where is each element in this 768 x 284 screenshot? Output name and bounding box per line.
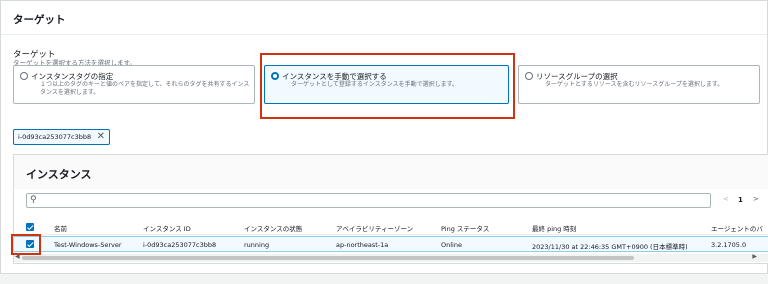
cell-instance-id: i-0d93ca253077c3bb8	[143, 241, 217, 249]
option-choose-instances-manually[interactable]: インスタンスを手動で選択する ターゲットとして登録するインスタンスを手動で選択し…	[264, 65, 509, 104]
close-icon[interactable]: ✕	[97, 131, 105, 142]
scrollbar-thumb[interactable]	[22, 256, 634, 260]
search-input[interactable]: ⚲	[26, 193, 711, 208]
cell-agent-version: 3.2.1705.0	[711, 241, 747, 249]
column-header-agent-version[interactable]: エージェントのバ	[711, 223, 763, 233]
scroll-right-icon[interactable]: ▶	[752, 253, 757, 260]
option-choose-resource-group[interactable]: リソースグループの選択 ターゲットとするリソースを含むリソースグループを選択しま…	[518, 65, 760, 104]
row-checkbox[interactable]	[26, 240, 34, 248]
column-header-ping-status[interactable]: Ping ステータス	[441, 223, 489, 233]
page-number[interactable]: 1	[738, 196, 743, 204]
target-section: ターゲット ターゲット ターゲットを選択する方法を選択します。 インスタンスタグ…	[0, 0, 768, 274]
option-description: ターゲットとするリソースを含むリソースグループを選択します。	[545, 81, 724, 88]
table-row[interactable]: Test-Windows-Server i-0d93ca253077c3bb8 …	[14, 236, 768, 252]
select-all-checkbox[interactable]	[26, 223, 34, 231]
cell-availability-zone: ap-northeast-1a	[336, 241, 389, 249]
column-header-last-ping-time[interactable]: 最終 ping 時刻	[532, 223, 576, 233]
section-header: ターゲット	[1, 1, 767, 35]
cell-instance-state: running	[244, 241, 270, 249]
cell-name: Test-Windows-Server	[54, 241, 122, 249]
scroll-left-icon[interactable]: ◀	[15, 253, 20, 260]
pagination: < 1 >	[719, 193, 768, 208]
column-header-name[interactable]: 名前	[54, 223, 67, 233]
cell-last-ping-time: 2023/11/30 at 22:46:35 GMT+0900 (日本標準時)	[532, 243, 688, 251]
option-description: ターゲットとして登録するインスタンスを手動で選択します。	[291, 81, 458, 88]
option-description: １つ以上のタグのキーと値のペアを指定して、それらのタグを共有するインスタンスを選…	[40, 81, 250, 96]
radio-button[interactable]	[20, 72, 28, 80]
chevron-right-icon[interactable]: >	[753, 195, 759, 203]
search-icon: ⚲	[30, 195, 37, 205]
column-header-availability-zone[interactable]: アベイラビリティーゾーン	[336, 223, 413, 233]
cell-ping-status: Online	[441, 241, 462, 249]
token-label: i-0d93ca253077c3bb8	[18, 133, 92, 141]
table-header: 名前 インスタンス ID インスタンスの状態 アベイラビリティーゾーン Ping…	[14, 219, 768, 235]
horizontal-scrollbar[interactable]: ◀ ▶	[14, 253, 768, 262]
radio-button[interactable]	[525, 72, 533, 80]
option-specify-instance-tags[interactable]: インスタンスタグの指定 １つ以上のタグのキーと値のペアを指定して、それらのタグを…	[13, 65, 255, 104]
chevron-left-icon[interactable]: <	[723, 195, 729, 203]
section-title: ターゲット	[13, 14, 66, 26]
instances-header: インスタンス	[14, 155, 768, 189]
instances-panel: インスタンス ⚲ < 1 > 名前 インスタンス ID インスタンスの状態 アベ…	[13, 154, 768, 264]
column-header-instance-state[interactable]: インスタンスの状態	[244, 223, 302, 233]
column-header-instance-id[interactable]: インスタンス ID	[143, 223, 191, 233]
radio-button[interactable]	[271, 72, 279, 80]
selected-instance-token[interactable]: i-0d93ca253077c3bb8 ✕	[13, 129, 110, 145]
instances-title: インスタンス	[26, 168, 92, 181]
